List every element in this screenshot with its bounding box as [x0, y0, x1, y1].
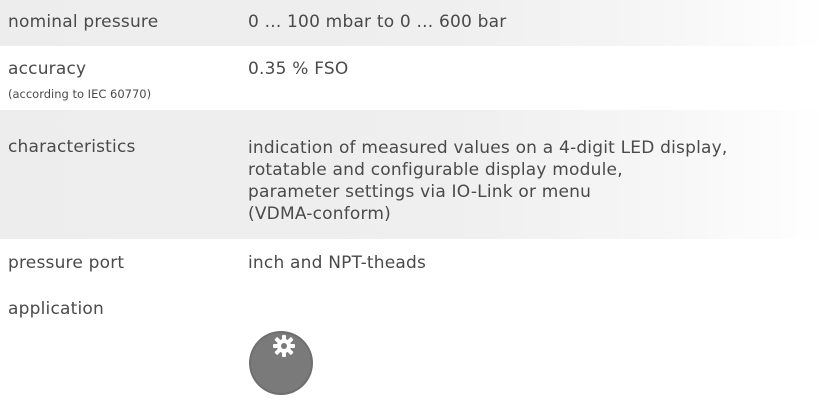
characteristics-line: rotatable and configurable display modul…	[248, 160, 623, 180]
spec-value-nominal-pressure: 0 ... 100 mbar to 0 ... 600 bar	[248, 12, 507, 32]
spec-row-pressure-port: pressure port inch and NPT-theads	[0, 239, 825, 288]
spec-row-accuracy: accuracy (according to IEC 60770) 0.35 %…	[0, 46, 825, 110]
characteristics-line: (VDMA-conform)	[248, 204, 392, 224]
spec-label-nominal-pressure: nominal pressure	[8, 12, 159, 32]
spec-sublabel-accuracy: (according to IEC 60770)	[8, 87, 152, 101]
characteristics-line: parameter settings via IO-Link or menu	[248, 182, 592, 202]
spec-label-accuracy: accuracy	[8, 59, 87, 79]
spec-label-pressure-port: pressure port	[8, 253, 125, 273]
spec-row-application: application	[0, 288, 825, 351]
spec-value-accuracy: 0.35 % FSO	[248, 59, 349, 79]
spec-label-application: application	[8, 299, 104, 319]
spec-label-characteristics: characteristics	[8, 137, 136, 157]
gear-icon	[248, 330, 314, 396]
spec-row-nominal-pressure: nominal pressure 0 ... 100 mbar to 0 ...…	[0, 0, 825, 46]
spec-value-characteristics: indication of measured values on a 4-dig…	[248, 137, 728, 225]
spec-value-pressure-port: inch and NPT-theads	[248, 253, 427, 273]
spec-table: nominal pressure 0 ... 100 mbar to 0 ...…	[0, 0, 825, 395]
characteristics-line: indication of measured values on a 4-dig…	[248, 138, 728, 158]
spec-row-characteristics: characteristics indication of measured v…	[0, 110, 825, 239]
